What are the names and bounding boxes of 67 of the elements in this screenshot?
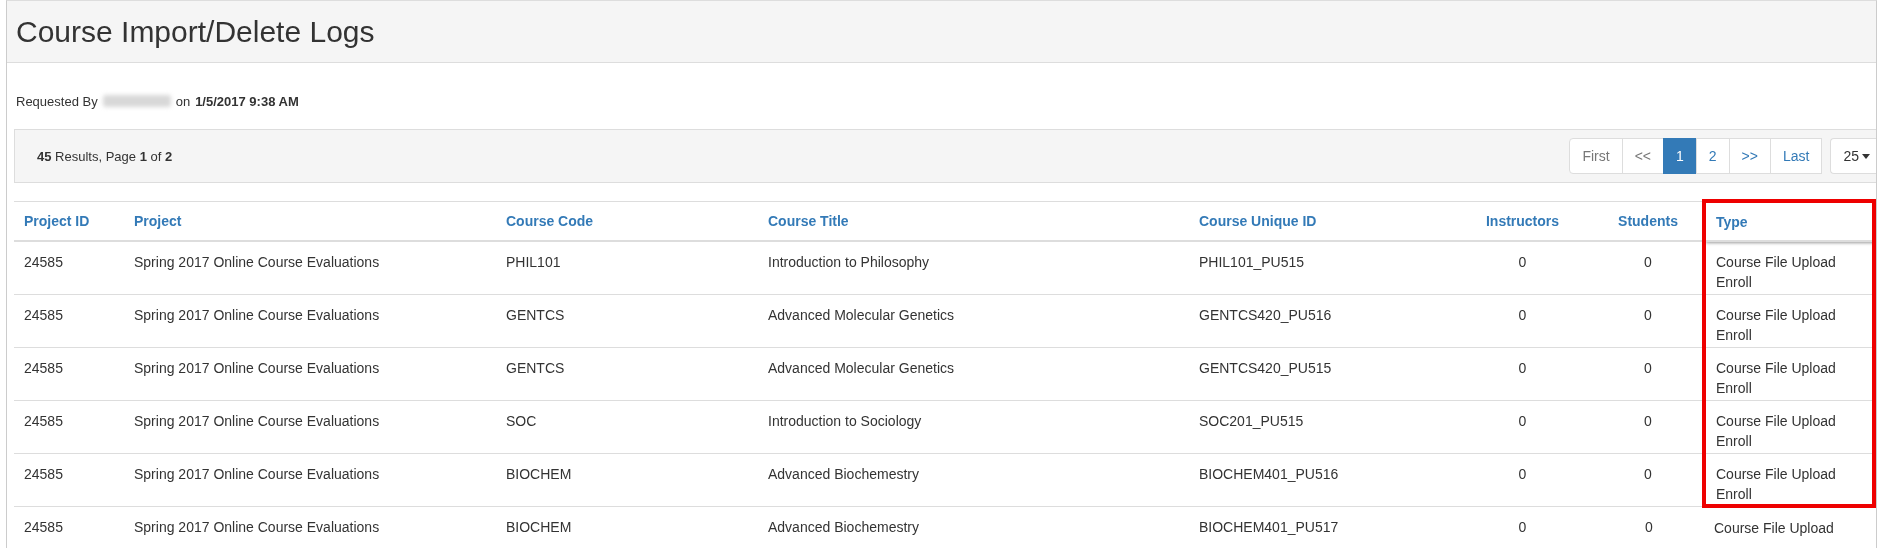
pagination-button[interactable]: >> bbox=[1728, 138, 1771, 174]
column-header[interactable]: Instructors bbox=[1451, 201, 1594, 241]
request-timestamp: 1/5/2017 9:38 AM bbox=[195, 93, 299, 109]
table-cell: Course File Upload Enroll bbox=[1704, 347, 1874, 400]
table-cell: 0 bbox=[1451, 506, 1594, 548]
table-cell: Course File Upload bbox=[1704, 506, 1874, 548]
table-cell: 0 bbox=[1594, 347, 1704, 400]
table-cell: Course File Upload Enroll bbox=[1704, 241, 1874, 294]
table-cell: GENTCS bbox=[496, 294, 758, 347]
table-cell: SOC bbox=[496, 400, 758, 453]
table-cell: 24585 bbox=[14, 347, 124, 400]
table-cell: 0 bbox=[1451, 294, 1594, 347]
table-cell: 24585 bbox=[14, 400, 124, 453]
table-cell: GENTCS420_PU516 bbox=[1189, 294, 1451, 347]
pagination-button[interactable]: Last bbox=[1769, 138, 1823, 174]
column-header[interactable]: Course Unique ID bbox=[1189, 201, 1451, 241]
column-header[interactable]: Students bbox=[1594, 201, 1704, 241]
table-cell: Advanced Molecular Genetics bbox=[758, 347, 1189, 400]
table-cell: Introduction to Philosophy bbox=[758, 241, 1189, 294]
table-cell: 0 bbox=[1594, 294, 1704, 347]
table-cell: GENTCS bbox=[496, 347, 758, 400]
table-cell: PHIL101_PU515 bbox=[1189, 241, 1451, 294]
column-header[interactable]: Project bbox=[124, 201, 496, 241]
table-cell: Course File Upload Enroll bbox=[1704, 294, 1874, 347]
table-cell: 24585 bbox=[14, 241, 124, 294]
table-cell: 0 bbox=[1594, 506, 1704, 548]
table-cell: BIOCHEM401_PU517 bbox=[1189, 506, 1451, 548]
table-cell: 0 bbox=[1594, 241, 1704, 294]
table-cell: Spring 2017 Online Course Evaluations bbox=[124, 347, 496, 400]
table-cell: 0 bbox=[1594, 400, 1704, 453]
table-cell: Introduction to Sociology bbox=[758, 400, 1189, 453]
column-header[interactable]: Course Title bbox=[758, 201, 1189, 241]
table-cell: PHIL101 bbox=[496, 241, 758, 294]
on-label: on bbox=[175, 93, 191, 109]
column-header[interactable]: Project ID bbox=[14, 201, 124, 241]
table-cell: 0 bbox=[1451, 347, 1594, 400]
table-cell: SOC201_PU515 bbox=[1189, 400, 1451, 453]
pagination-button[interactable]: 2 bbox=[1695, 138, 1730, 174]
column-header[interactable]: Course Code bbox=[496, 201, 758, 241]
requested-by-label: Requested By bbox=[16, 93, 98, 109]
table-cell: 0 bbox=[1451, 400, 1594, 453]
table-cell: Spring 2017 Online Course Evaluations bbox=[124, 241, 496, 294]
table-cell: BIOCHEM bbox=[496, 506, 758, 548]
table-cell: Spring 2017 Online Course Evaluations bbox=[124, 453, 496, 506]
table-cell: Advanced Molecular Genetics bbox=[758, 294, 1189, 347]
table-cell: BIOCHEM401_PU516 bbox=[1189, 453, 1451, 506]
table-cell: 24585 bbox=[14, 506, 124, 548]
table-cell: GENTCS420_PU515 bbox=[1189, 347, 1451, 400]
table-cell: 24585 bbox=[14, 453, 124, 506]
pagination-button[interactable]: 1 bbox=[1663, 138, 1697, 174]
table-cell: 24585 bbox=[14, 294, 124, 347]
page-title: Course Import/Delete Logs bbox=[16, 14, 375, 49]
table-cell: 0 bbox=[1451, 241, 1594, 294]
table-cell: Spring 2017 Online Course Evaluations bbox=[124, 400, 496, 453]
page-size-dropdown[interactable]: 25 bbox=[1830, 138, 1876, 174]
results-summary: 45 Results, Page 1 of 2 bbox=[37, 148, 173, 164]
table-cell: 0 bbox=[1594, 453, 1704, 506]
table-cell: Course File Upload Enroll bbox=[1704, 400, 1874, 453]
table-cell: Spring 2017 Online Course Evaluations bbox=[124, 294, 496, 347]
table-cell: BIOCHEM bbox=[496, 453, 758, 506]
table-cell: Advanced Biochemestry bbox=[758, 453, 1189, 506]
caret-icon bbox=[1862, 153, 1870, 159]
column-header[interactable]: Type bbox=[1704, 201, 1874, 241]
table-cell: Course File Upload Enroll bbox=[1704, 453, 1874, 506]
table-cell: Spring 2017 Online Course Evaluations bbox=[124, 506, 496, 548]
table-cell: Advanced Biochemestry bbox=[758, 506, 1189, 548]
table-cell: 0 bbox=[1451, 453, 1594, 506]
